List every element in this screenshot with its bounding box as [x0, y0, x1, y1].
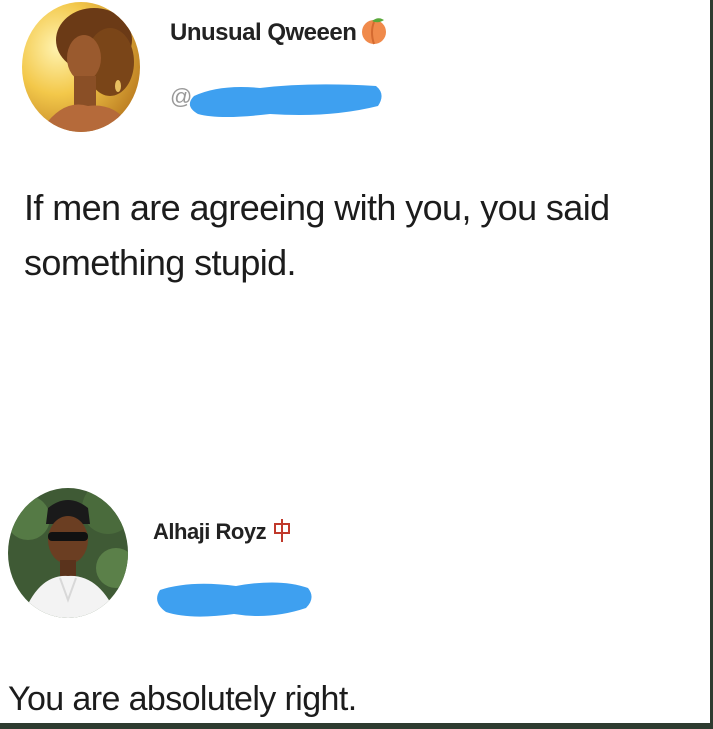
- avatar[interactable]: [22, 2, 140, 132]
- avatar-woman-icon: [22, 2, 140, 132]
- peach-emoji-icon: [358, 14, 390, 53]
- author-name[interactable]: Alhaji Royz: [153, 516, 296, 550]
- redaction-mark: [180, 76, 390, 124]
- author-name-label: Alhaji Royz: [153, 518, 267, 544]
- post-body: You are absolutely right.: [8, 680, 357, 718]
- author-name-label: Unusual Qweeen: [170, 18, 357, 46]
- cjk-glyph-icon: [268, 516, 296, 550]
- post-reply: Alhaji Royz You are absolutely right.: [0, 480, 710, 723]
- avatar-man-icon: [8, 488, 128, 618]
- avatar[interactable]: [8, 488, 128, 618]
- post-body: If men are agreeing with you, you said s…: [24, 187, 610, 283]
- redaction-mark: [150, 574, 318, 624]
- author-name[interactable]: Unusual Qweeen: [170, 14, 390, 53]
- post-original: Unusual Qweeen @ If men are agreeing wit…: [0, 0, 710, 330]
